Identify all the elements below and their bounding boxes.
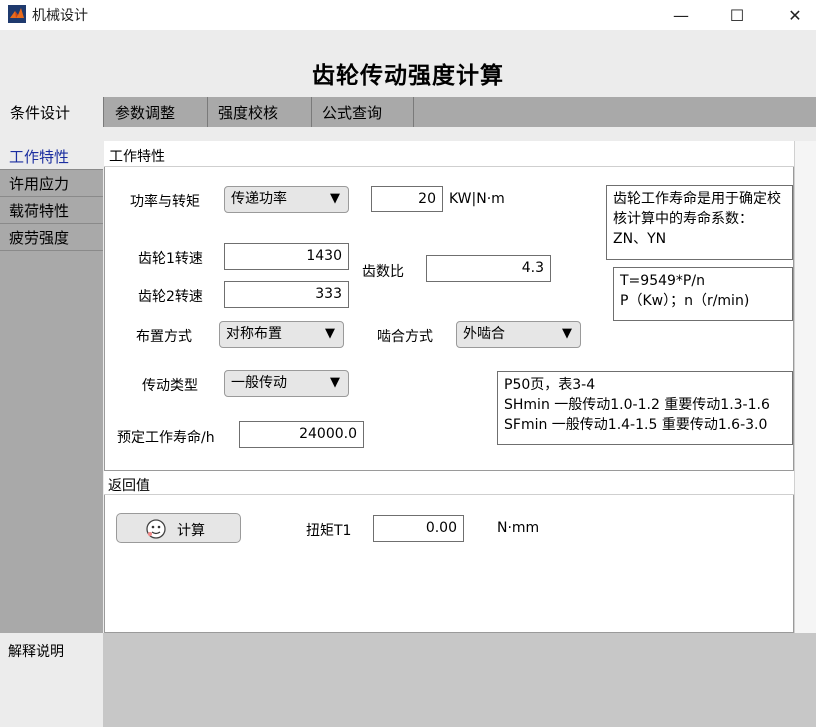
page-title: 齿轮传动强度计算	[312, 63, 504, 89]
chevron-down-icon: ▼	[330, 375, 340, 390]
result-panel	[104, 471, 794, 633]
gear2-speed-label: 齿轮2转速	[138, 289, 203, 305]
chevron-down-icon: ▼	[330, 191, 340, 206]
drive-type-select[interactable]: 一般传动 ▼	[224, 370, 349, 397]
nav-item-allowable-stress[interactable]: 许用应力	[0, 170, 103, 197]
gear1-speed-field[interactable]: 1430	[224, 243, 349, 270]
minimize-icon: —	[673, 5, 689, 25]
reference-line-2: SHmin 一般传动1.0-1.2 重要传动1.3-1.6	[504, 397, 770, 413]
gear-ratio-field[interactable]: 4.3	[426, 255, 551, 282]
explain-label-area: 解释说明	[0, 633, 103, 727]
power-mode-select[interactable]: 传递功率 ▼	[224, 186, 349, 213]
tab-strength-check[interactable]: 强度校核	[208, 97, 312, 127]
tab-condition-design[interactable]: 条件设计	[0, 97, 104, 127]
life-note: 齿轮工作寿命是用于确定校核计算中的寿命系数：ZN、YN	[606, 185, 793, 260]
power-label: 功率与转矩	[130, 194, 200, 210]
work-panel-title: 工作特性	[109, 149, 165, 165]
mesh-value: 外啮合	[463, 326, 505, 342]
layout-label: 布置方式	[136, 329, 192, 345]
layout-value: 对称布置	[226, 326, 282, 342]
robot-face-icon	[146, 519, 166, 539]
power-value-field[interactable]: 20	[371, 186, 443, 212]
design-life-label: 预定工作寿命/h	[117, 430, 215, 446]
formula-line-2: P（Kw）；n（r/min)	[620, 293, 750, 309]
mesh-label: 啮合方式	[377, 329, 433, 345]
chevron-down-icon: ▼	[325, 326, 335, 341]
maximize-icon: ☐	[729, 5, 745, 25]
tab-formula-query[interactable]: 公式查询	[312, 97, 414, 127]
torque-unit: N·mm	[497, 520, 540, 536]
gear-ratio-label: 齿数比	[362, 264, 404, 280]
tab-parameter-adjust[interactable]: 参数调整	[105, 97, 208, 127]
nav-spacer	[0, 127, 103, 143]
layout-select[interactable]: 对称布置 ▼	[219, 321, 344, 348]
torque-field[interactable]: 0.00	[373, 515, 464, 542]
title-bar: 机械设计 — ☐ ✕	[0, 0, 816, 30]
power-unit: KW|N·m	[449, 191, 505, 207]
formula-line-1: T=9549*P/n	[620, 273, 705, 289]
chevron-down-icon: ▼	[562, 326, 572, 341]
close-icon: ✕	[788, 5, 802, 25]
mesh-select[interactable]: 外啮合 ▼	[456, 321, 581, 348]
power-mode-value: 传递功率	[231, 191, 287, 207]
explain-content-area	[103, 633, 816, 727]
reference-note: P50页，表3-4 SHmin 一般传动1.0-1.2 重要传动1.3-1.6 …	[497, 371, 793, 445]
panel-header	[104, 141, 794, 167]
result-panel-title: 返回值	[108, 478, 150, 494]
nav-item-fatigue-strength[interactable]: 疲劳强度	[0, 224, 103, 251]
nav-item-work-characteristics[interactable]: 工作特性	[0, 143, 103, 170]
nav-item-load-characteristics[interactable]: 载荷特性	[0, 197, 103, 224]
design-life-field[interactable]: 24000.0	[239, 421, 364, 448]
gear2-speed-field[interactable]: 333	[224, 281, 349, 308]
window-title: 机械设计	[32, 8, 88, 24]
reference-line-3: SFmin 一般传动1.4-1.5 重要传动1.6-3.0	[504, 417, 768, 433]
right-strip	[794, 141, 816, 633]
torque-label: 扭矩T1	[306, 523, 352, 539]
gear1-speed-label: 齿轮1转速	[138, 251, 203, 267]
result-panel-header	[104, 471, 794, 495]
close-button[interactable]: ✕	[772, 0, 816, 30]
matlab-icon	[8, 5, 26, 23]
drive-type-value: 一般传动	[231, 375, 287, 391]
formula-note: T=9549*P/n P（Kw）；n（r/min)	[613, 267, 793, 321]
explain-label: 解释说明	[8, 644, 64, 660]
minimize-button[interactable]: —	[658, 0, 704, 30]
calculate-button-label: 计算	[177, 523, 205, 539]
calculate-button[interactable]: 计算	[116, 513, 241, 543]
maximize-button[interactable]: ☐	[714, 0, 760, 30]
drive-type-label: 传动类型	[142, 378, 198, 394]
reference-line-1: P50页，表3-4	[504, 377, 596, 393]
